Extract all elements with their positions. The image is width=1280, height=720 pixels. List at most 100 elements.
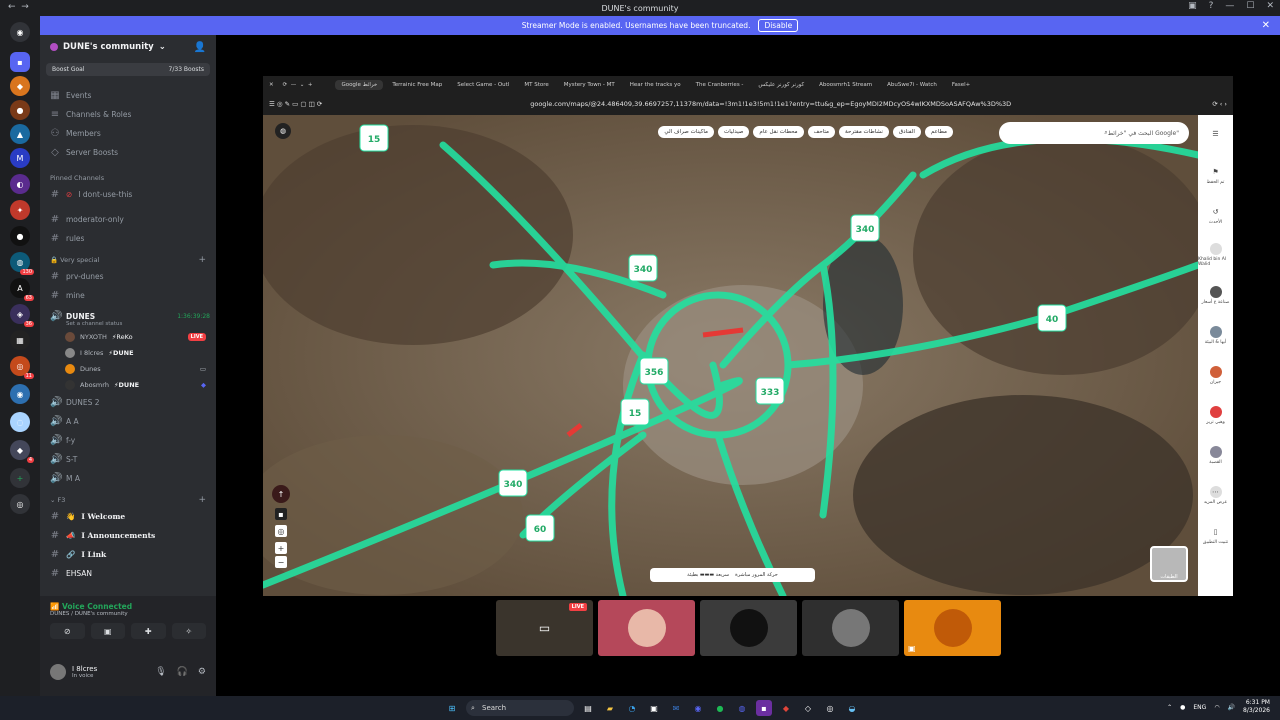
participant-tile[interactable]: ▣ bbox=[904, 600, 1001, 656]
server-icon[interactable]: ✦ bbox=[10, 200, 30, 220]
voice-connected-title[interactable]: 📶 Voice Connected bbox=[50, 602, 206, 611]
channel-welcome[interactable]: # 👋 I Welcome bbox=[40, 507, 216, 526]
spotify-icon[interactable]: ● bbox=[712, 700, 728, 716]
camera-off-button[interactable]: ⊘ bbox=[50, 623, 85, 639]
discord-icon[interactable]: ◉ bbox=[690, 700, 706, 716]
app-icon[interactable]: ▪ bbox=[756, 700, 772, 716]
url-field[interactable]: google.com/maps/@24.486409,39.6697257,11… bbox=[330, 100, 1204, 108]
chip-pharmacies[interactable]: صيدليات bbox=[718, 126, 750, 138]
channel-prv-dunes[interactable]: # prv-dunes bbox=[40, 267, 216, 286]
soundboard-button[interactable]: ✧ bbox=[171, 623, 206, 639]
install-app-item[interactable]: ▯ تثبيت التطبيق bbox=[1198, 515, 1233, 555]
tab-google-maps[interactable]: Google خرائط bbox=[335, 79, 384, 90]
clock[interactable]: 6:31 PM 8/3/2026 bbox=[1243, 699, 1270, 715]
tab[interactable]: Fasel+ bbox=[946, 80, 976, 90]
channel-link[interactable]: # 🔗 I Link bbox=[40, 545, 216, 564]
language-indicator[interactable]: ENG bbox=[1193, 704, 1206, 711]
discover-icon[interactable]: ◎ bbox=[10, 494, 30, 514]
close-button[interactable]: ✕ bbox=[1266, 1, 1274, 11]
user-avatar-icon[interactable]: ◍ bbox=[275, 123, 291, 139]
zoom-in-button[interactable]: + bbox=[275, 542, 287, 554]
satellite-map[interactable]: 15 340 340 40 356 333 15 340 60 ↑ ▪ ◎ + … bbox=[263, 115, 1198, 596]
category-very-special[interactable]: 🔒 Very special + bbox=[40, 252, 216, 267]
server-icon[interactable]: ● bbox=[10, 226, 30, 246]
recent-item[interactable]: ↺ الأحدث bbox=[1198, 195, 1233, 235]
voice-channel-dunes-2[interactable]: 🔊 DUNES 2 bbox=[40, 393, 216, 412]
server-icon[interactable]: ◍ 130 bbox=[10, 252, 34, 275]
app-icon[interactable]: ◇ bbox=[800, 700, 816, 716]
server-icon[interactable]: ◈ 36 bbox=[10, 304, 34, 327]
channel-moderator-only[interactable]: # moderator-only bbox=[40, 210, 216, 229]
start-icon[interactable]: ⊞ bbox=[444, 700, 460, 716]
server-icon[interactable]: ◆ 4 bbox=[10, 440, 34, 463]
maximize-button[interactable]: ☐ bbox=[1246, 1, 1254, 11]
server-icon[interactable]: ◆ bbox=[10, 76, 30, 96]
brave-icon[interactable]: ◆ bbox=[778, 700, 794, 716]
chip-things-to-do[interactable]: نشاطات مقترحة bbox=[839, 126, 889, 138]
menu-icon[interactable]: ☰ bbox=[1198, 115, 1233, 155]
outlook-icon[interactable]: ✉ bbox=[668, 700, 684, 716]
file-explorer-icon[interactable]: ▰ bbox=[602, 700, 618, 716]
activities-button[interactable]: ✚ bbox=[131, 623, 166, 639]
participant-tile-stream[interactable]: ▭ LIVE bbox=[496, 600, 593, 656]
chip-hotels[interactable]: الفنادق bbox=[892, 126, 921, 138]
voice-channel-dunes[interactable]: 🔊 DUNES 1:36:39:28 bbox=[40, 307, 216, 326]
events-item[interactable]: ▦ Events bbox=[40, 86, 216, 105]
minimize-button[interactable]: — bbox=[1225, 1, 1234, 11]
server-icon[interactable]: A 63 bbox=[10, 278, 34, 301]
participant-tile[interactable] bbox=[598, 600, 695, 656]
add-channel-icon[interactable]: + bbox=[198, 495, 206, 505]
saved-item[interactable]: ⚑ تم الحفظ bbox=[1198, 155, 1233, 195]
discord-icon[interactable]: ◍ bbox=[734, 700, 750, 716]
volume-icon[interactable]: 🔊 bbox=[1228, 704, 1235, 711]
reload-icon[interactable]: ⟳ ‹ › bbox=[1212, 100, 1227, 108]
recent-place[interactable]: صناعة ع أسعار bbox=[1198, 275, 1233, 315]
disable-streamer-button[interactable]: Disable bbox=[758, 19, 799, 32]
tab[interactable]: AbuSwe7i - Watch bbox=[881, 80, 943, 90]
my-location-button[interactable]: ◎ bbox=[275, 525, 287, 537]
participant-tile[interactable] bbox=[700, 600, 797, 656]
boost-goal[interactable]: Boost Goal 7/33 Boosts bbox=[46, 63, 210, 76]
channel-mine[interactable]: # mine bbox=[40, 286, 216, 305]
voice-user[interactable]: I 8lcres ⚡DUNE bbox=[40, 345, 216, 361]
server-icon[interactable]: ● bbox=[10, 100, 30, 120]
traffic-legend[interactable]: سريعة ▬▬▬ بطيئة حركة المرور مباشرة bbox=[650, 568, 815, 582]
participant-tile[interactable] bbox=[802, 600, 899, 656]
voice-channel-m-a[interactable]: 🔊 M A bbox=[40, 469, 216, 488]
recent-place[interactable]: القصبة bbox=[1198, 435, 1233, 475]
recent-place[interactable]: جيزان bbox=[1198, 355, 1233, 395]
zoom-out-button[interactable]: − bbox=[275, 556, 287, 568]
voice-user[interactable]: NYXOTH ⚡ReKo LIVE bbox=[40, 329, 216, 345]
server-icon[interactable]: ◌ bbox=[10, 412, 30, 432]
channels-roles-item[interactable]: ≡ Channels & Roles bbox=[40, 105, 216, 124]
taskbar-search[interactable]: ⌕ Search bbox=[466, 700, 574, 716]
invite-icon[interactable]: 👤 bbox=[194, 42, 206, 53]
voice-connected-sub[interactable]: DUNES / DUNE's community bbox=[50, 611, 206, 617]
add-channel-icon[interactable]: + bbox=[198, 255, 206, 265]
layers-button[interactable]: الطبقات bbox=[1150, 546, 1188, 582]
server-header[interactable]: DUNE's community ⌄ 👤 bbox=[40, 35, 216, 59]
screen-share-button[interactable]: ▣ bbox=[90, 623, 125, 639]
close-banner-icon[interactable]: ✕ bbox=[1262, 20, 1270, 31]
server-icon[interactable]: ◎ 11 bbox=[10, 356, 34, 379]
tab-control-icon[interactable]: ⟳ — ⌄ + bbox=[283, 82, 313, 88]
voice-user[interactable]: Dunes ▭ bbox=[40, 361, 216, 377]
voice-channel-f-y[interactable]: 🔊 f-y bbox=[40, 431, 216, 450]
discord-home-icon[interactable]: ◉ bbox=[10, 22, 30, 42]
more-item[interactable]: ⋯ عرض المزيد bbox=[1198, 475, 1233, 515]
tray-expand-icon[interactable]: ⌃ bbox=[1167, 704, 1172, 711]
chip-transit[interactable]: محطات نقل عام bbox=[753, 126, 804, 138]
chip-atms[interactable]: ماكينات صراف الي bbox=[658, 126, 715, 138]
channel-rules[interactable]: # rules bbox=[40, 229, 216, 248]
server-icon[interactable]: ◐ bbox=[10, 174, 30, 194]
recent-place[interactable]: Khalid bin Al Walid bbox=[1198, 235, 1233, 275]
steam-icon[interactable]: ◒ bbox=[844, 700, 860, 716]
server-icon[interactable]: ▦ bbox=[10, 330, 30, 350]
channel-ehsan[interactable]: # EHSAN bbox=[40, 564, 216, 583]
map-3d-button[interactable]: ▪ bbox=[275, 508, 287, 520]
members-item[interactable]: ⚇ Members bbox=[40, 124, 216, 143]
tab[interactable]: Mystery Town - MT bbox=[558, 80, 621, 90]
avatar[interactable] bbox=[50, 664, 66, 680]
help-icon[interactable]: ? bbox=[1209, 1, 1214, 11]
maps-search-box[interactable]: البحث في "خرائط Google" ⌕ bbox=[999, 122, 1189, 144]
